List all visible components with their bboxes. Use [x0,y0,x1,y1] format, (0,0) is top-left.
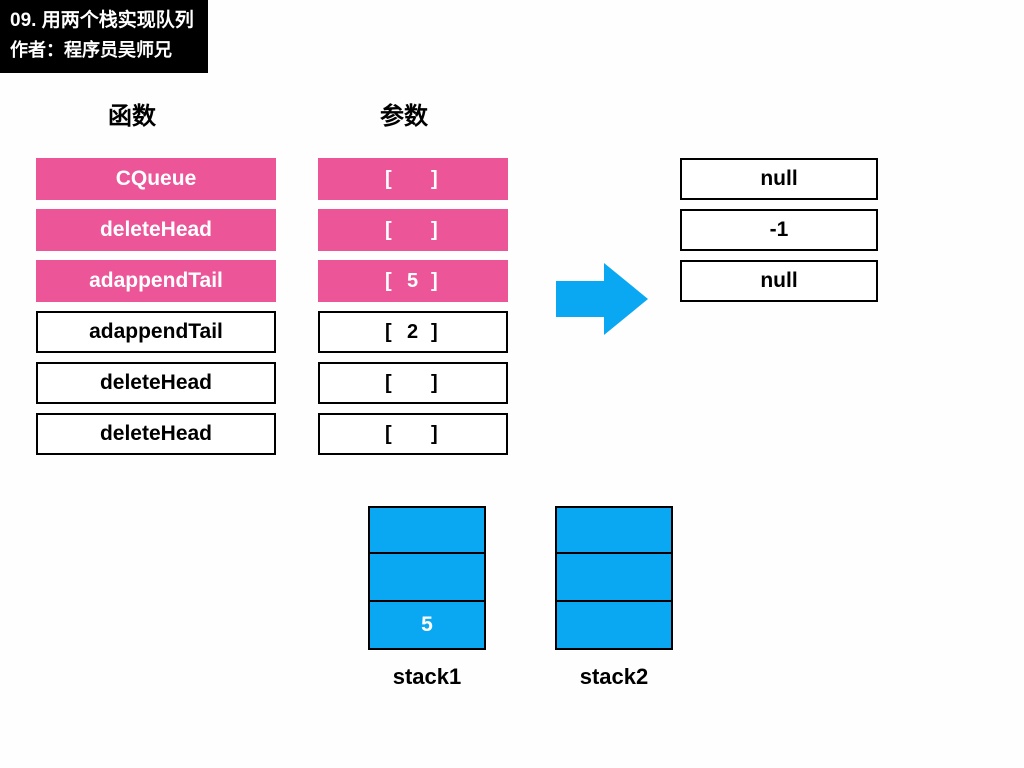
func-row: deleteHead [36,362,276,404]
func-row: deleteHead [36,413,276,455]
param-row: [] [318,362,508,404]
func-label: deleteHead [100,371,212,395]
func-label: adappendTail [89,269,223,293]
stack-slot [555,506,673,554]
author-name: 程序员吴师兄 [64,40,172,60]
func-row: adappendTail [36,311,276,353]
arrow-icon [556,259,652,344]
result-val: null [760,269,797,293]
title-box: 09. 用两个栈实现队列 作者：程序员吴师兄 [0,0,208,73]
stack2-wrap: stack2 [555,506,673,690]
result-row: null [680,260,878,302]
results-column: null -1 null [680,158,878,302]
param-row: [5] [318,260,508,302]
result-row: -1 [680,209,878,251]
header-params: 参数 [380,96,428,131]
stack2-label: stack2 [580,664,649,690]
stack-slot: 5 [368,602,486,650]
stack2 [555,506,673,650]
param-val: 2 [395,321,431,344]
func-row: CQueue [36,158,276,200]
stack-slot-val: 5 [421,613,433,637]
param-row: [] [318,158,508,200]
header-functions: 函数 [108,96,156,131]
functions-column: CQueue deleteHead adappendTail adappendT… [36,158,276,455]
func-row: adappendTail [36,260,276,302]
func-label: deleteHead [100,422,212,446]
stack-slot [555,554,673,602]
stack-slot [368,506,486,554]
result-val: null [760,167,797,191]
result-row: null [680,158,878,200]
stack-slot [555,602,673,650]
func-label: adappendTail [89,320,223,344]
stack1-wrap: 5 stack1 [368,506,486,690]
param-val: 5 [395,270,431,293]
author-line: 作者：程序员吴师兄 [10,36,194,65]
func-label: CQueue [116,167,197,191]
func-row: deleteHead [36,209,276,251]
problem-title: 09. 用两个栈实现队列 [10,6,194,36]
param-row: [] [318,209,508,251]
params-column: [] [] [5] [2] [] [] [318,158,508,455]
stack1-label: stack1 [393,664,462,690]
stack-slot [368,554,486,602]
func-label: deleteHead [100,218,212,242]
param-row: [] [318,413,508,455]
author-prefix: 作者： [10,40,64,60]
param-row: [2] [318,311,508,353]
result-val: -1 [770,218,789,242]
stack1: 5 [368,506,486,650]
